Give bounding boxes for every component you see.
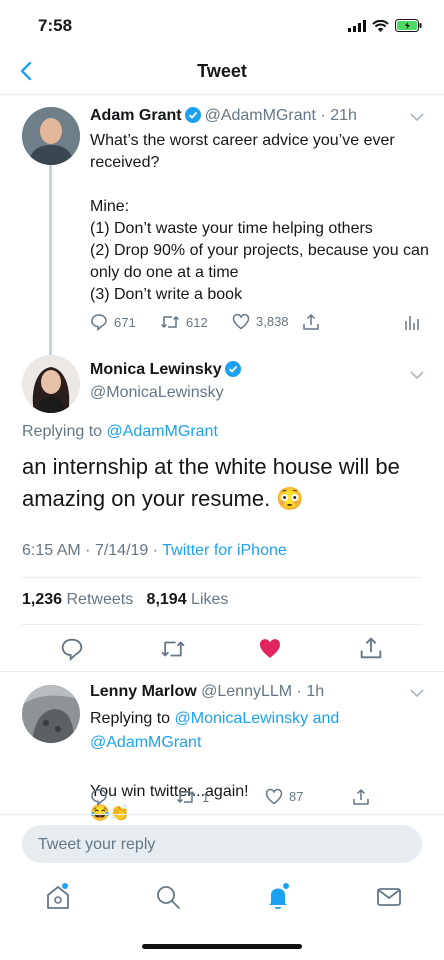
thread-line xyxy=(49,165,52,355)
tweet-date: 7/14/19 xyxy=(94,542,149,559)
avatar-image xyxy=(22,685,80,743)
analytics-icon xyxy=(405,316,419,330)
like-button[interactable]: 3,838 xyxy=(232,313,289,330)
reply-button[interactable] xyxy=(90,788,108,806)
home-indicator xyxy=(142,944,302,949)
author-name[interactable]: Lenny Marlow xyxy=(90,683,197,700)
header-divider xyxy=(0,94,444,95)
tweet-meta: 6:15 AM · 7/14/19 · Twitter for iPhone xyxy=(22,542,287,560)
retweet-count: 1 xyxy=(202,789,210,805)
share-button[interactable] xyxy=(352,788,370,806)
author-handle[interactable]: @MonicaLewinsky xyxy=(90,384,224,402)
like-count: 87 xyxy=(289,789,304,804)
retweet-button[interactable]: 1 xyxy=(176,788,209,806)
author-handle[interactable]: @AdamMGrant xyxy=(205,107,316,124)
signal-icon xyxy=(348,19,366,32)
tweet-time: 1h xyxy=(306,683,325,700)
tweet-text: What’s the worst career advice you’ve ev… xyxy=(90,132,429,303)
tweet-text: You win twitter...again! xyxy=(90,783,249,800)
avatar-image xyxy=(22,107,80,165)
reply-icon[interactable] xyxy=(60,637,84,661)
share-button[interactable] xyxy=(302,313,320,331)
heart-icon xyxy=(265,788,283,805)
avatar-monica-lewinsky[interactable] xyxy=(22,355,80,413)
share-icon[interactable] xyxy=(359,636,383,660)
dot-separator: · xyxy=(292,683,307,700)
retweet-icon xyxy=(176,791,196,803)
replying-to-and: and xyxy=(312,710,340,727)
composer-divider xyxy=(0,814,444,815)
avatar-image xyxy=(22,355,80,413)
retweet-label: Retweets xyxy=(66,591,134,608)
like-count: 3,838 xyxy=(256,314,289,329)
replying-to-label: Replying to xyxy=(90,710,171,727)
reply-tweet-header: Lenny Marlow @LennyLLM · 1h xyxy=(90,683,324,701)
heart-icon-liked[interactable] xyxy=(258,637,282,660)
chevron-down-icon[interactable] xyxy=(410,112,424,122)
author-name[interactable]: Monica Lewinsky xyxy=(90,361,222,378)
reply-icon xyxy=(91,314,107,331)
tweet-time: 21h xyxy=(330,107,357,124)
meta-divider xyxy=(22,577,422,578)
main-tweet-name-row: Monica Lewinsky xyxy=(90,361,245,379)
dot-separator: · xyxy=(85,542,95,559)
like-count: 8,194 xyxy=(146,591,187,608)
chevron-down-icon[interactable] xyxy=(410,370,424,380)
replying-to: Replying to @AdamMGrant xyxy=(22,423,218,441)
dot-separator: · xyxy=(152,542,163,559)
replying-to-link[interactable]: @AdamMGrant xyxy=(107,423,218,440)
dot-separator: · xyxy=(315,107,331,124)
retweet-count: 612 xyxy=(186,314,208,330)
verified-icon xyxy=(184,107,201,123)
main-tweet-text: an internship at the white house will be… xyxy=(22,451,422,515)
status-icons xyxy=(348,19,422,32)
tweet-text: an internship at the white house will be… xyxy=(22,454,400,511)
search-icon[interactable] xyxy=(153,882,183,912)
heart-icon xyxy=(232,313,250,330)
like-button[interactable]: 87 xyxy=(265,788,303,805)
chevron-down-icon[interactable] xyxy=(410,688,424,698)
author-name[interactable]: Adam Grant xyxy=(90,107,182,124)
tweet-stats: 1,236 Retweets 8,194 Likes xyxy=(22,591,228,609)
parent-tweet-header: Adam Grant @AdamMGrant · 21h xyxy=(90,107,357,125)
tweet-time: 6:15 AM xyxy=(22,542,81,559)
verified-icon xyxy=(224,361,241,377)
like-label: Likes xyxy=(191,591,229,608)
reply-tweet-text: You win twitter...again! 😂👏 xyxy=(90,759,420,825)
reply-input[interactable] xyxy=(36,825,410,865)
share-icon xyxy=(353,789,369,805)
avatar-adam-grant[interactable] xyxy=(22,107,80,165)
reply-composer[interactable] xyxy=(22,825,422,865)
replying-to-link[interactable]: @MonicaLewinsky xyxy=(175,710,309,727)
flushed-emoji: 😳 xyxy=(276,486,304,511)
replying-to-label: Replying to xyxy=(22,423,103,440)
stats-divider xyxy=(22,624,422,625)
reply-button[interactable]: 671 xyxy=(90,313,136,331)
retweet-count: 1,236 xyxy=(22,591,63,608)
replying-to: Replying to @MonicaLewinsky and @AdamMGr… xyxy=(90,707,420,755)
retweet-icon[interactable] xyxy=(160,637,186,661)
reply-icon xyxy=(91,789,107,806)
reply-count: 671 xyxy=(114,314,136,330)
home-icon[interactable] xyxy=(43,882,73,912)
retweets-stat[interactable]: 1,236 Retweets xyxy=(22,591,133,608)
share-icon xyxy=(303,314,319,330)
notifications-icon[interactable] xyxy=(263,882,293,912)
messages-icon[interactable] xyxy=(374,882,404,912)
page-title: Tweet xyxy=(197,61,247,81)
tweet-source[interactable]: Twitter for iPhone xyxy=(162,542,287,559)
status-time: 7:58 xyxy=(38,16,73,35)
actions-divider xyxy=(0,671,444,672)
author-handle[interactable]: @LennyLLM xyxy=(201,683,292,700)
analytics-button[interactable] xyxy=(404,313,420,331)
avatar-lenny-marlow[interactable] xyxy=(22,685,80,743)
retweet-button[interactable]: 612 xyxy=(160,313,208,331)
retweet-icon xyxy=(160,316,180,328)
likes-stat[interactable]: 8,194 Likes xyxy=(147,591,229,608)
battery-icon xyxy=(395,19,422,32)
replying-to-link[interactable]: @AdamMGrant xyxy=(90,734,201,751)
wifi-icon xyxy=(372,19,389,32)
